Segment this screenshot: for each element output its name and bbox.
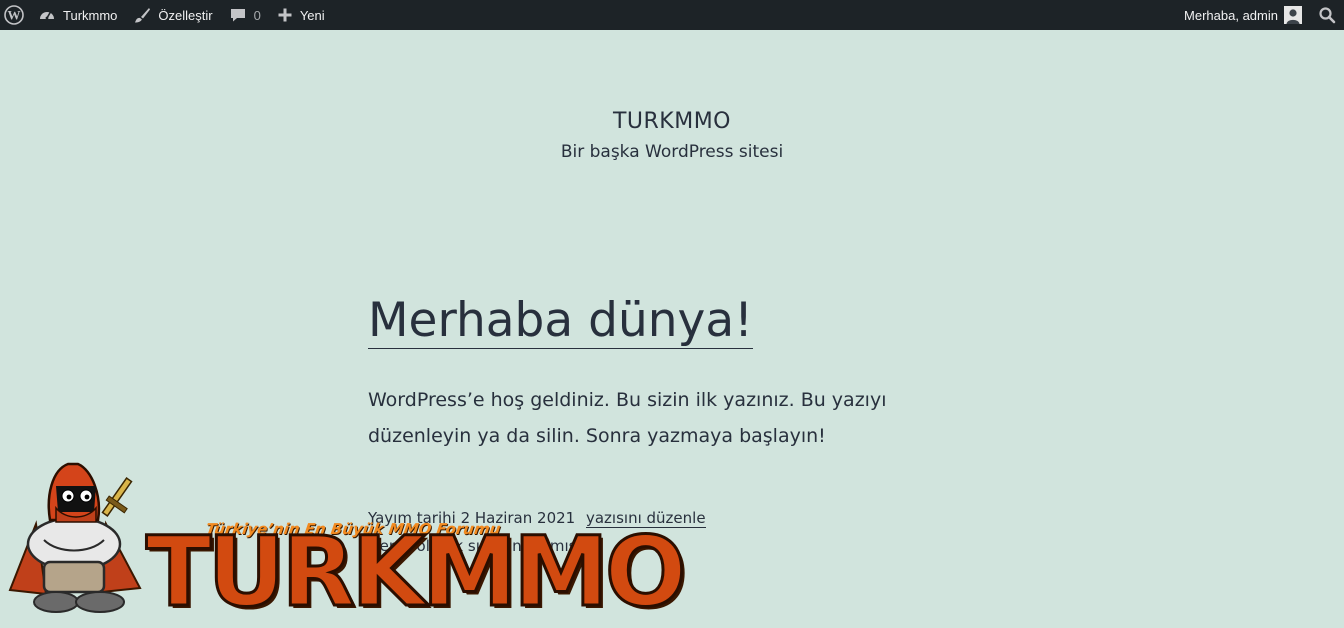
admin-bar-right: Merhaba, admin: [1176, 0, 1344, 30]
site-tagline: Bir başka WordPress sitesi: [560, 142, 784, 162]
site-title-link[interactable]: TURKMMO: [0, 108, 1344, 136]
watermark-logo-text: TURKMMO: [144, 516, 687, 628]
post-title-link[interactable]: Merhaba dünya!: [368, 293, 753, 349]
admin-bar: W Turkmmo Özelleştir 0 Yeni Merhaba, adm…: [0, 0, 1344, 30]
plus-icon: [277, 7, 293, 23]
wordpress-icon: W: [4, 5, 24, 25]
turkmmo-watermark: Türkiye’nin En Büyük MMO Forumu TURKMMO: [0, 462, 688, 624]
new-label: Yeni: [299, 7, 325, 23]
search-icon: [1318, 6, 1336, 24]
dashboard-icon: [38, 6, 56, 24]
customize-label: Özelleştir: [158, 7, 213, 23]
admin-bar-left: W Turkmmo Özelleştir 0 Yeni: [0, 0, 333, 30]
comments-count: 0: [253, 7, 261, 23]
post-content: WordPress’e hoş geldiniz. Bu sizin ilk y…: [368, 389, 887, 447]
my-account-menu[interactable]: Merhaba, admin: [1176, 0, 1310, 30]
wordpress-menu[interactable]: W: [0, 0, 30, 30]
new-content-menu[interactable]: Yeni: [269, 0, 333, 30]
site-header: TURKMMO Bir başka WordPress sitesi: [0, 108, 1344, 162]
brush-icon: [133, 6, 151, 24]
greeting-label: Merhaba, admin: [1184, 7, 1278, 23]
avatar-icon: [1284, 6, 1302, 24]
mascot-icon: [8, 462, 142, 613]
svg-text:W: W: [8, 8, 21, 23]
comments-menu[interactable]: 0: [221, 0, 269, 30]
post-title: Merhaba dünya!: [368, 290, 978, 352]
site-name-menu[interactable]: Turkmmo: [30, 0, 125, 30]
comment-icon: [229, 6, 247, 24]
site-name-label: Turkmmo: [63, 7, 118, 23]
customize-menu[interactable]: Özelleştir: [125, 0, 220, 30]
search-menu[interactable]: [1310, 0, 1344, 30]
